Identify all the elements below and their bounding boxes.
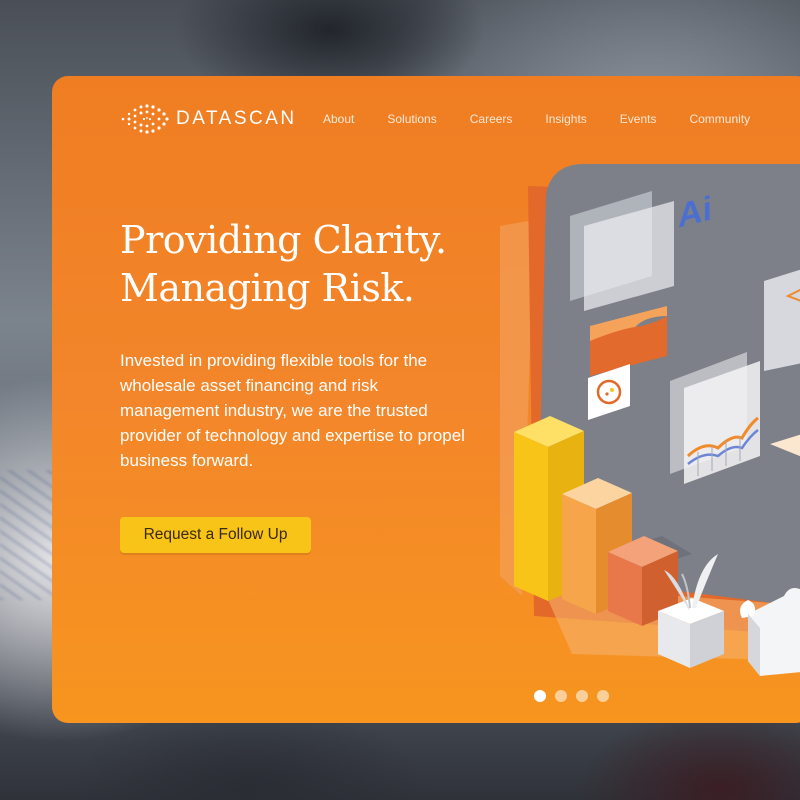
carousel-dot-2[interactable] xyxy=(555,690,567,702)
nav-link-community[interactable]: Community xyxy=(689,112,750,126)
carousel-indicators xyxy=(534,690,618,702)
dotted-sphere-logo-icon xyxy=(121,104,169,134)
headline-line-2: Managing Risk. xyxy=(120,266,415,310)
carousel-dot-1[interactable] xyxy=(534,690,546,702)
nav-link-events[interactable]: Events xyxy=(620,112,657,126)
nav-link-insights[interactable]: Insights xyxy=(545,112,586,126)
top-navigation: DATASCAN About Solutions Careers Insight… xyxy=(120,104,750,134)
carousel-dot-4[interactable] xyxy=(597,690,609,702)
brand-name: DATASCAN xyxy=(176,108,297,129)
carousel-dot-3[interactable] xyxy=(576,690,588,702)
illustration-right-panel xyxy=(764,269,800,371)
nav-link-careers[interactable]: Careers xyxy=(470,112,513,126)
hero-description: Invested in providing flexible tools for… xyxy=(120,351,465,470)
isometric-data-illustration: Ai xyxy=(500,164,800,676)
request-follow-up-button[interactable]: Request a Follow Up xyxy=(120,517,311,553)
brand-logo[interactable]: DATASCAN xyxy=(120,104,297,134)
hero-card: DATASCAN About Solutions Careers Insight… xyxy=(52,76,800,723)
nav-link-solutions[interactable]: Solutions xyxy=(387,112,436,126)
hero-headline: Providing Clarity. Managing Risk. xyxy=(120,216,447,312)
headline-line-1: Providing Clarity. xyxy=(120,218,447,262)
nav-link-about[interactable]: About xyxy=(323,112,354,126)
nav-links: About Solutions Careers Insights Events … xyxy=(323,104,783,134)
